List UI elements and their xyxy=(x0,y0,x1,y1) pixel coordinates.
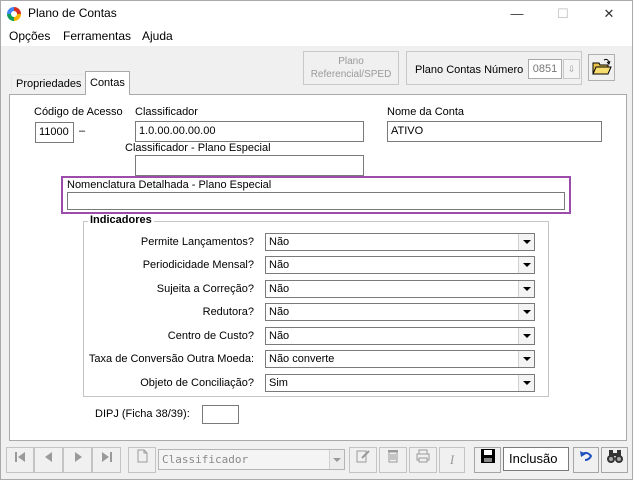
dipj-label: DIPJ (Ficha 38/39): xyxy=(95,408,190,420)
objeto-conciliacao-label: Objeto de Conciliação? xyxy=(140,377,254,389)
permite-lancamentos-label: Permite Lançamentos? xyxy=(140,236,254,248)
edit-record-button[interactable] xyxy=(349,447,377,473)
title-bar: Plano de Contas — ☐ ✕ xyxy=(1,1,632,27)
previous-record-icon xyxy=(44,452,52,462)
italic-button[interactable]: I xyxy=(439,447,465,473)
redutora-select[interactable]: Não xyxy=(265,303,535,321)
menu-opcoes[interactable]: Opções xyxy=(9,29,50,43)
periodicidade-mensal-select[interactable]: Não xyxy=(265,256,535,274)
sujeita-correcao-label: Sujeita a Correção? xyxy=(156,283,254,295)
find-button[interactable] xyxy=(601,447,628,473)
chevron-down-icon[interactable] xyxy=(329,450,344,469)
tab-propriedades[interactable]: Propriedades xyxy=(11,74,86,93)
mode-indicator: Inclusão xyxy=(503,447,569,471)
plano-referencial-sped-button[interactable]: Plano Referencial/SPED xyxy=(303,51,399,85)
open-folder-icon xyxy=(592,58,612,75)
centro-custo-label: Centro de Custo? xyxy=(167,330,254,342)
taxa-conversao-select[interactable]: Não converte xyxy=(265,350,535,368)
nome-conta-label: Nome da Conta xyxy=(387,106,465,118)
plano-ref-label-line1: Plano xyxy=(338,56,364,67)
window-title: Plano de Contas xyxy=(28,6,117,20)
menu-bar: Opções Ferramentas Ajuda xyxy=(1,27,632,46)
classificador-plano-especial-label: Classificador - Plano Especial xyxy=(125,142,271,154)
edit-record-icon xyxy=(356,450,370,463)
classificador-label: Classificador xyxy=(135,106,198,118)
periodicidade-mensal-label: Periodicidade Mensal? xyxy=(142,259,254,271)
new-document-button[interactable] xyxy=(128,447,156,473)
centro-custo-select[interactable]: Não xyxy=(265,327,535,345)
binoculars-icon xyxy=(606,450,623,463)
classificador-plano-especial-field[interactable] xyxy=(135,155,364,176)
print-button[interactable] xyxy=(409,447,437,473)
open-folder-button[interactable] xyxy=(588,54,615,81)
menu-ferramentas[interactable]: Ferramentas xyxy=(63,29,131,43)
taxa-conversao-value: Não converte xyxy=(269,353,335,365)
periodicidade-mensal-value: Não xyxy=(269,259,290,271)
delete-record-button[interactable] xyxy=(379,447,407,473)
plano-contas-numero-field[interactable]: 0851 xyxy=(528,59,562,79)
search-classificador-select[interactable]: Classificador xyxy=(158,449,345,470)
last-record-icon xyxy=(101,452,112,462)
classificador-field[interactable]: 1.0.00.00.00.00 xyxy=(135,121,364,142)
plano-contas-window: Plano de Contas — ☐ ✕ Opções Ferramentas… xyxy=(0,0,633,480)
save-button[interactable] xyxy=(474,447,501,473)
save-icon xyxy=(480,449,495,463)
codigo-acesso-label: Código de Acesso xyxy=(34,106,123,118)
chevron-down-icon[interactable] xyxy=(518,304,534,320)
maximize-button[interactable]: ☐ xyxy=(540,1,586,27)
search-classificador-value: Classificador xyxy=(162,453,249,466)
separator-dash: – xyxy=(79,125,86,137)
chevron-down-icon[interactable] xyxy=(518,375,534,391)
undo-icon xyxy=(580,451,593,461)
new-document-icon xyxy=(137,449,148,463)
dipj-field[interactable] xyxy=(202,405,239,424)
nome-conta-field[interactable]: ATIVO xyxy=(387,121,602,142)
next-record-icon xyxy=(74,452,82,462)
undo-button[interactable] xyxy=(573,447,599,473)
nomenclatura-label: Nomenclatura Detalhada - Plano Especial xyxy=(67,179,272,191)
arrow-down-icon[interactable]: ⇩ xyxy=(563,59,580,79)
nomenclatura-field[interactable] xyxy=(67,192,565,210)
indicadores-title: Indicadores xyxy=(88,214,154,226)
centro-custo-value: Não xyxy=(269,330,290,342)
tab-contas[interactable]: Contas xyxy=(85,71,130,95)
printer-icon xyxy=(416,449,430,463)
menu-ajuda[interactable]: Ajuda xyxy=(142,29,173,43)
chevron-down-icon[interactable] xyxy=(518,281,534,297)
codigo-acesso-field[interactable]: 11000 xyxy=(35,122,74,143)
last-record-button[interactable] xyxy=(92,447,121,473)
first-record-icon xyxy=(15,452,25,462)
first-record-button[interactable] xyxy=(6,447,34,473)
trash-icon xyxy=(388,450,398,463)
objeto-conciliacao-value: Sim xyxy=(269,377,288,389)
objeto-conciliacao-select[interactable]: Sim xyxy=(265,374,535,392)
plano-contas-numero-label: Plano Contas Número xyxy=(415,64,524,76)
taxa-conversao-label: Taxa de Conversão Outra Moeda: xyxy=(88,353,254,365)
chevron-down-icon[interactable] xyxy=(518,257,534,273)
sujeita-correcao-value: Não xyxy=(269,283,290,295)
close-button[interactable]: ✕ xyxy=(586,1,632,27)
next-record-button[interactable] xyxy=(63,447,92,473)
previous-record-button[interactable] xyxy=(34,447,63,473)
minimize-button[interactable]: — xyxy=(494,1,540,27)
chevron-down-icon[interactable] xyxy=(518,328,534,344)
chevron-down-icon[interactable] xyxy=(518,234,534,250)
redutora-value: Não xyxy=(269,306,290,318)
sujeita-correcao-select[interactable]: Não xyxy=(265,280,535,298)
plano-contas-numero-frame: Plano Contas Número 0851 ⇩ xyxy=(406,51,582,85)
redutora-label: Redutora? xyxy=(202,306,254,318)
permite-lancamentos-value: Não xyxy=(269,236,290,248)
permite-lancamentos-select[interactable]: Não xyxy=(265,233,535,251)
plano-ref-label-line2: Referencial/SPED xyxy=(310,69,392,80)
chevron-down-icon[interactable] xyxy=(518,351,534,367)
app-icon xyxy=(7,7,21,21)
